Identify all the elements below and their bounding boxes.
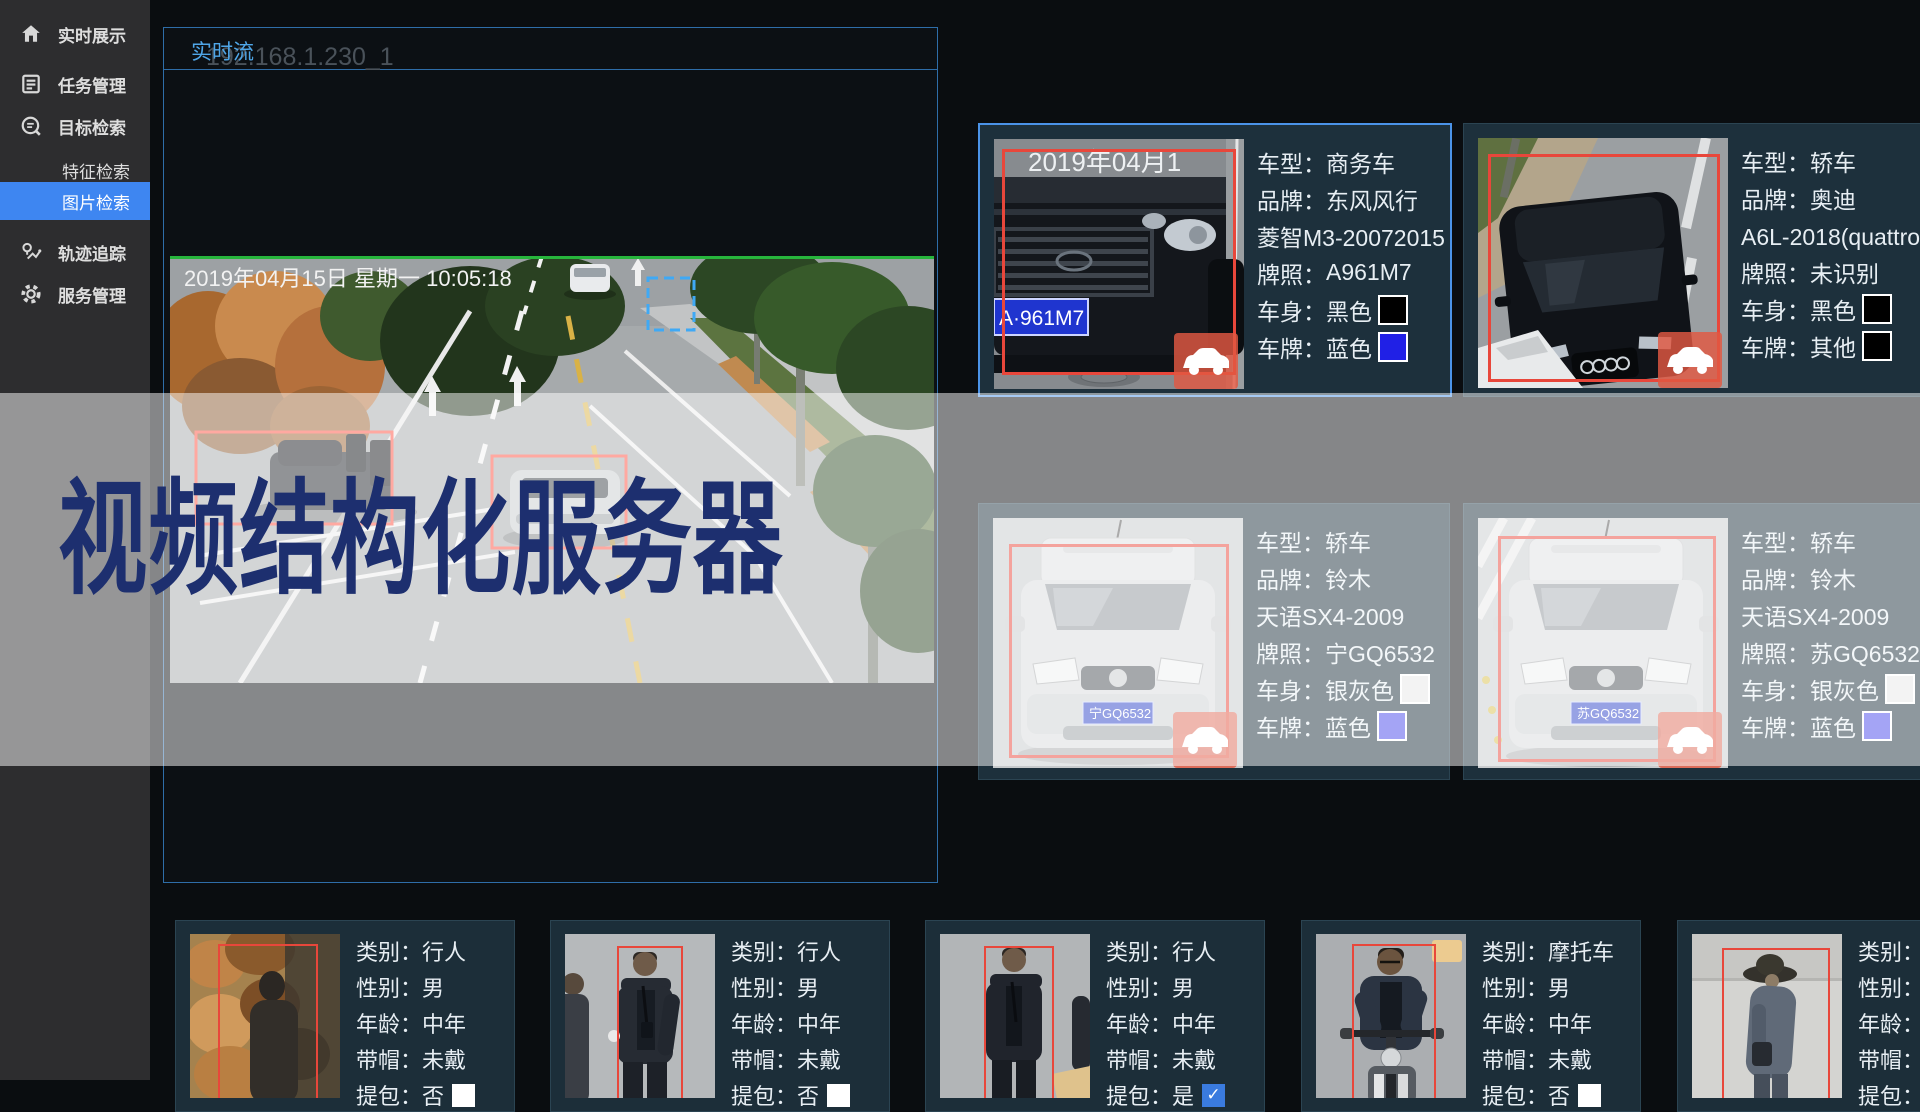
vehicle-snapshot xyxy=(1478,138,1728,388)
pedestrian-card[interactable]: 类别：行人 性别：男 年龄：中年 带帽：未戴 提包：是 ✓ xyxy=(925,920,1265,1112)
plate-color-swatch xyxy=(1862,711,1892,741)
sidebar-item-trajectory-tracking[interactable]: 轨迹追踪 xyxy=(0,232,150,272)
body-color-swatch xyxy=(1400,674,1430,704)
sidebar: 实时展示 任务管理 目标检索 特征检索 图片检索 轨迹追踪 服务管理 xyxy=(0,0,150,1080)
plate-color-swatch xyxy=(1862,331,1892,361)
pedestrian-attributes: 类别：行人 性别：男 年龄：中年 带帽：未戴 提包：否 xyxy=(731,933,850,1111)
bag-checkbox[interactable] xyxy=(827,1084,850,1107)
sidebar-item-label: 任务管理 xyxy=(58,72,126,97)
target-search-icon xyxy=(20,115,42,137)
pedestrian-card[interactable]: 类别：行人 性别：男 年龄：中年 带帽：未戴 提包：否 xyxy=(175,920,515,1112)
pedestrian-attributes: 类别：行人 性别：男 年龄：中年 带帽：未戴 提包：是 ✓ xyxy=(1106,933,1225,1111)
pedestrian-attributes: 类别：摩托车 性别：男 年龄：中年 带帽：未戴 提包：否 xyxy=(1482,933,1614,1111)
pedestrian-attributes: 类别： 性别： 年龄： 带帽： 提包： xyxy=(1858,933,1920,1111)
trajectory-icon xyxy=(20,241,42,263)
vehicle-badge-icon xyxy=(1174,333,1238,389)
gear-icon xyxy=(20,283,42,305)
sidebar-item-label: 服务管理 xyxy=(58,282,126,307)
live-stream-panel: 192.168.1.230_1 实时流 xyxy=(163,27,938,883)
sidebar-item-label: 图片检索 xyxy=(62,189,130,214)
sidebar-item-image-search[interactable]: 图片检索 xyxy=(0,182,150,220)
sidebar-item-label: 实时展示 xyxy=(58,22,126,47)
vehicle-card[interactable]: 苏GQ6532 车型：轿车 品牌：铃木 天语SX4-2009 牌照：苏GQ653… xyxy=(1463,503,1920,780)
stream-tab-bar: 192.168.1.230_1 实时流 xyxy=(164,28,937,70)
bag-checkbox[interactable]: ✓ xyxy=(1202,1084,1225,1107)
vehicle-snapshot: A·961M7 2019年04月1 xyxy=(994,139,1244,389)
body-color-swatch xyxy=(1378,295,1408,325)
plate-image-text: 宁GQ6532 xyxy=(1089,706,1151,721)
home-icon xyxy=(20,23,42,45)
vehicle-attributes: 车型：轿车 品牌：奥迪 A6L-2018(quattro运动 牌照：未识别 车身… xyxy=(1741,142,1920,396)
sidebar-item-task-management[interactable]: 任务管理 xyxy=(0,64,150,104)
pedestrian-card[interactable]: 类别：行人 性别：男 年龄：中年 带帽：未戴 提包：否 xyxy=(550,920,890,1112)
vehicle-card[interactable]: 车型：轿车 品牌：奥迪 A6L-2018(quattro运动 牌照：未识别 车身… xyxy=(1463,123,1920,397)
sidebar-item-target-search[interactable]: 目标检索 xyxy=(0,106,150,146)
vehicle-badge-icon xyxy=(1658,712,1722,768)
sidebar-item-service-management[interactable]: 服务管理 xyxy=(0,274,150,314)
body-color-swatch xyxy=(1885,674,1915,704)
sidebar-item-label: 目标检索 xyxy=(58,114,126,139)
pedestrian-card[interactable]: 类别：摩托车 性别：男 年龄：中年 带帽：未戴 提包：否 xyxy=(1301,920,1641,1112)
plate-color-swatch xyxy=(1377,711,1407,741)
vehicle-card[interactable]: A·961M7 2019年04月1 车型：商务车 品牌：东风风行 菱智M3-20… xyxy=(978,123,1452,397)
vehicle-snapshot: 宁GQ6532 xyxy=(993,518,1243,768)
pedestrian-attributes: 类别：行人 性别：男 年龄：中年 带帽：未戴 提包：否 xyxy=(356,933,475,1111)
plate-color-swatch xyxy=(1378,332,1408,362)
pedestrian-snapshot xyxy=(940,934,1090,1098)
pedestrian-card[interactable]: 类别： 性别： 年龄： 带帽： 提包： xyxy=(1677,920,1920,1112)
vehicle-snapshot: 苏GQ6532 xyxy=(1478,518,1728,768)
sidebar-item-label: 轨迹追踪 xyxy=(58,240,126,265)
plate-image-text: A·961M7 xyxy=(999,307,1084,330)
vehicle-attributes: 车型：商务车 品牌：东风风行 菱智M3-20072015 牌照：A961M7 车… xyxy=(1257,143,1445,395)
vehicle-card[interactable]: 宁GQ6532 车型：轿车 品牌：铃木 天语SX4-2009 牌照：宁GQ653… xyxy=(978,503,1450,780)
tasks-icon xyxy=(20,73,42,95)
video-osd-timestamp: 2019年04月15日 星期一 10:05:18 xyxy=(184,266,512,291)
snapshot-osd-text: 2019年04月1 xyxy=(1028,147,1181,177)
pedestrian-snapshot xyxy=(1316,934,1466,1098)
bag-checkbox[interactable] xyxy=(1578,1084,1601,1107)
bag-checkbox[interactable] xyxy=(452,1084,475,1107)
vehicle-badge-icon xyxy=(1173,712,1237,768)
vehicle-badge-icon xyxy=(1658,332,1722,388)
tab-live-stream[interactable]: 实时流 xyxy=(191,36,254,66)
pedestrian-snapshot xyxy=(190,934,340,1098)
road-scene-image: 2019年04月15日 星期一 10:05:18 xyxy=(170,256,934,683)
vehicle-attributes: 车型：轿车 品牌：铃木 天语SX4-2009 牌照：苏GQ6532 车身：银灰色… xyxy=(1741,522,1920,779)
vehicle-attributes: 车型：轿车 品牌：铃木 天语SX4-2009 牌照：宁GQ6532 车身：银灰色… xyxy=(1256,522,1435,779)
sidebar-item-live-display[interactable]: 实时展示 xyxy=(0,14,150,54)
body-color-swatch xyxy=(1862,294,1892,324)
plate-image-text: 苏GQ6532 xyxy=(1577,706,1639,721)
sidebar-item-label: 特征检索 xyxy=(62,158,130,183)
live-video-frame[interactable]: 2019年04月15日 星期一 10:05:18 xyxy=(170,256,934,683)
pedestrian-snapshot xyxy=(1692,934,1842,1098)
pedestrian-snapshot xyxy=(565,934,715,1098)
